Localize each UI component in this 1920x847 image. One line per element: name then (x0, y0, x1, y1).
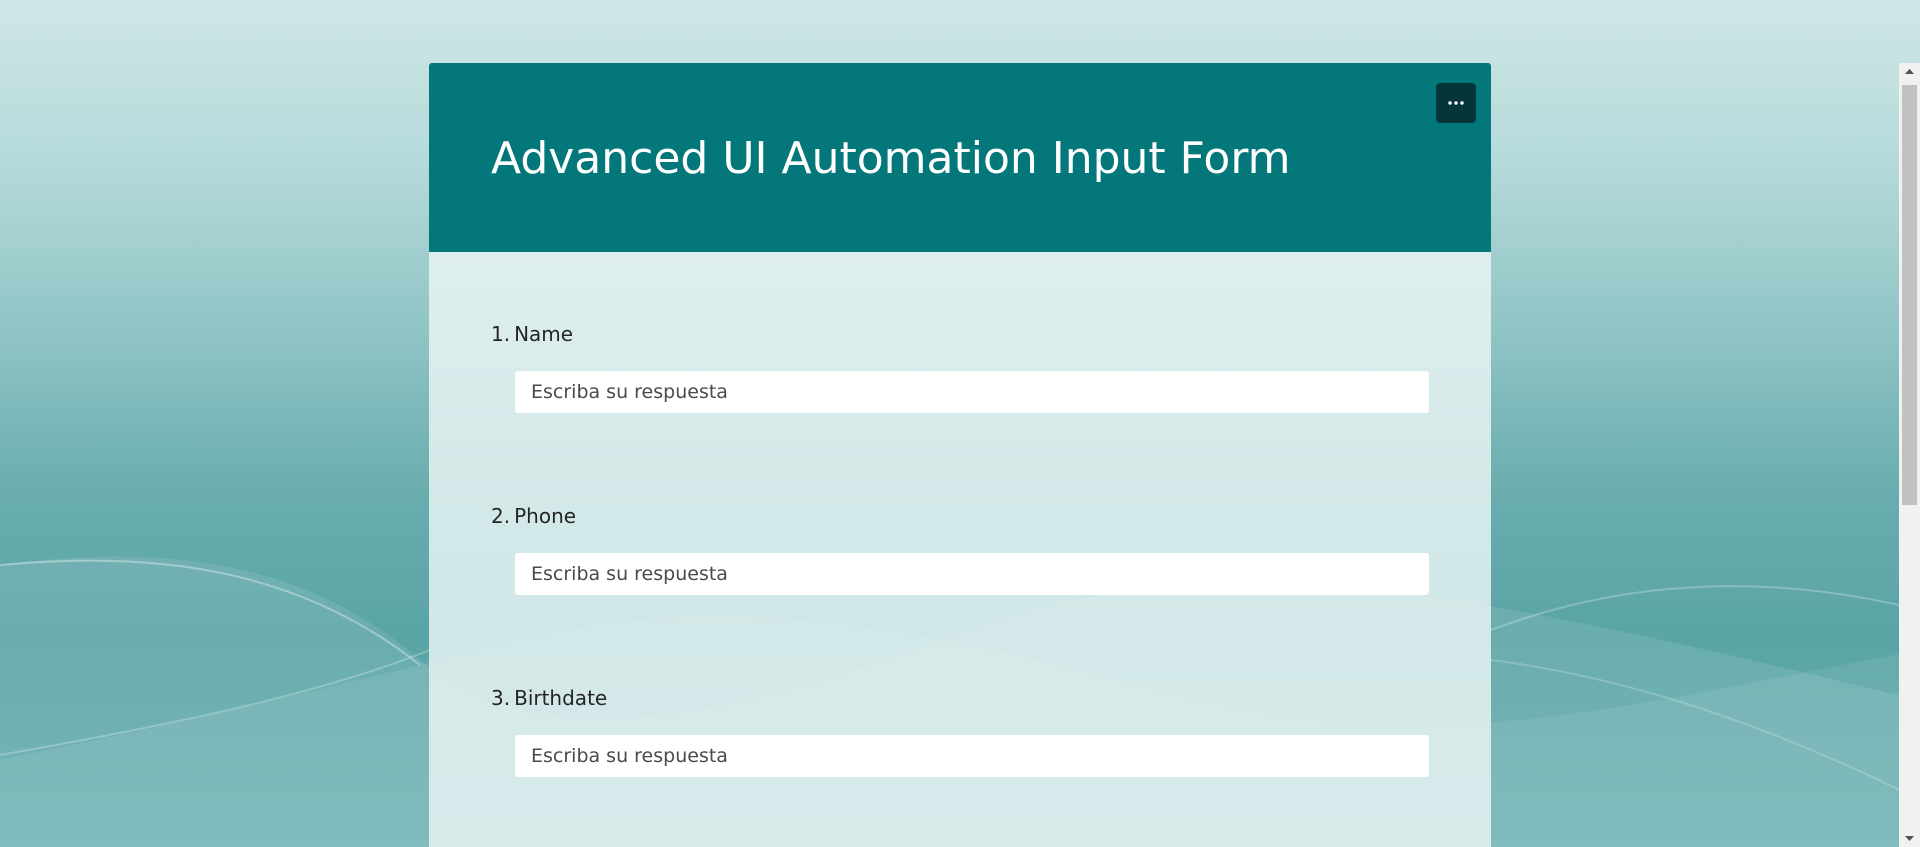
question-number: 1. (491, 322, 511, 346)
name-input[interactable] (515, 371, 1429, 413)
form-card: Advanced UI Automation Input Form 1. Name… (429, 63, 1491, 847)
question-title: Birthdate (514, 686, 608, 710)
question-number: 2. (491, 504, 511, 528)
scrollbar-thumb[interactable] (1902, 85, 1917, 505)
question-label: 1. Name (491, 322, 573, 346)
more-horizontal-icon (1448, 101, 1464, 105)
vertical-scrollbar[interactable] (1899, 63, 1920, 847)
scroll-down-arrow-icon[interactable] (1899, 830, 1920, 847)
question-label: 2. Phone (491, 504, 576, 528)
question-title: Phone (514, 504, 577, 528)
question-label: 3. Birthdate (491, 686, 607, 710)
question-title: Name (514, 322, 574, 346)
phone-input[interactable] (515, 553, 1429, 595)
form-title: Advanced UI Automation Input Form (491, 133, 1291, 184)
question-number: 3. (491, 686, 511, 710)
scroll-up-arrow-icon[interactable] (1899, 63, 1920, 80)
form-header: Advanced UI Automation Input Form (429, 63, 1491, 252)
more-options-button[interactable] (1436, 83, 1476, 123)
birthdate-input[interactable] (515, 735, 1429, 777)
